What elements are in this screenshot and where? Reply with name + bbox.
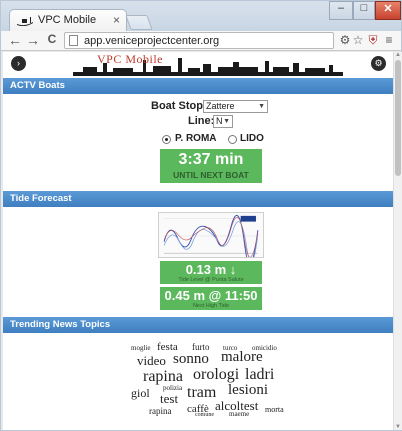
boat-stop-label: Boat Stop: xyxy=(151,100,207,112)
news-section-header: Trending News Topics xyxy=(3,317,393,333)
browser-tab[interactable]: VPC Mobile × xyxy=(9,9,127,31)
news-topic-word[interactable]: morta xyxy=(265,405,284,414)
news-topic-word[interactable]: moglie xyxy=(131,344,150,352)
boat-stop-value: Zattere xyxy=(206,101,235,111)
site-header: › VPC Mobile ⚙ xyxy=(3,52,393,76)
news-topic-word[interactable]: giol xyxy=(131,386,150,401)
browser-window: VPC Mobile × – □ ✕ ← → C app.veniceproje… xyxy=(0,0,402,431)
settings-gear-icon[interactable]: ⚙ xyxy=(371,56,386,71)
address-bar[interactable]: app.veniceprojectcenter.org xyxy=(64,32,334,49)
new-tab-button[interactable] xyxy=(125,15,153,30)
countdown-caption: UNTIL NEXT BOAT xyxy=(173,170,249,180)
direction-label-lido: LIDO xyxy=(240,133,264,144)
boat-stop-select[interactable]: Zattere ▼ xyxy=(203,100,268,113)
chevron-down-icon: ▼ xyxy=(258,103,265,110)
direction-label-p-roma: P. ROMA xyxy=(175,133,217,144)
minimize-button[interactable]: – xyxy=(329,1,353,20)
extension-icon[interactable]: ⛨ xyxy=(366,33,380,48)
news-topic-word[interactable]: malore xyxy=(221,349,263,366)
tide-level-caption: Tide Level @ Punta Salute xyxy=(178,277,244,283)
browser-toolbar: ← → C app.veniceprojectcenter.org ⚙ ☆ ⛨ … xyxy=(1,31,401,51)
countdown-value: 3:37 min xyxy=(178,151,244,168)
tide-level-value: 0.13 m ↓ xyxy=(185,262,237,277)
news-word-cloud: moglie festa furto turco omicidio video … xyxy=(3,341,393,422)
news-topic-word[interactable]: lesioni xyxy=(228,382,268,399)
direction-radio-p-roma[interactable] xyxy=(162,135,171,144)
page-viewport: › VPC Mobile ⚙ ACTV Boats Boat Stop: Zat… xyxy=(3,52,393,430)
tide-section-header: Tide Forecast xyxy=(3,191,393,207)
direction-radio-lido[interactable] xyxy=(228,135,237,144)
news-topic-word[interactable]: test xyxy=(160,391,178,407)
url-text: app.veniceprojectcenter.org xyxy=(84,35,220,47)
chevron-down-icon: ▼ xyxy=(223,118,230,125)
news-topic-word[interactable]: tram xyxy=(187,384,216,402)
scroll-up-icon[interactable]: ▲ xyxy=(395,52,401,58)
tide-forecast-chart xyxy=(158,212,264,258)
actv-section-header: ACTV Boats xyxy=(3,78,393,94)
high-tide-caption: Next High Tide xyxy=(192,303,230,309)
close-window-button[interactable]: ✕ xyxy=(375,1,401,20)
news-topic-word[interactable]: video xyxy=(137,353,166,369)
tide-level-box: 0.13 m ↓ Tide Level @ Punta Salute xyxy=(160,261,262,284)
tab-title: VPC Mobile xyxy=(38,14,97,26)
settings-icon[interactable]: ⚙ xyxy=(338,33,352,47)
gondola-favicon xyxy=(17,17,33,26)
site-logo-text: VPC Mobile xyxy=(97,52,164,66)
scrollbar-thumb[interactable] xyxy=(395,60,401,176)
forward-icon[interactable]: → xyxy=(25,32,41,48)
title-bar: VPC Mobile × – □ ✕ xyxy=(1,1,401,31)
line-label: Line: xyxy=(188,115,215,127)
reload-icon[interactable]: C xyxy=(44,32,60,46)
maximize-button[interactable]: □ xyxy=(353,1,375,20)
news-topic-word[interactable]: comune xyxy=(195,412,214,418)
next-boat-countdown: 3:37 min UNTIL NEXT BOAT xyxy=(160,149,262,183)
page-scrollbar[interactable]: ▲ ▼ xyxy=(393,52,402,430)
page-icon xyxy=(69,35,78,46)
tab-close-icon[interactable]: × xyxy=(113,13,120,27)
high-tide-value: 0.45 m @ 11:50 xyxy=(164,288,258,303)
line-value: N xyxy=(216,116,223,126)
scroll-down-icon[interactable]: ▼ xyxy=(395,424,401,430)
news-topic-word[interactable]: rapina xyxy=(149,406,172,416)
news-topic-word[interactable]: maeme xyxy=(229,410,249,418)
menu-icon[interactable]: ≡ xyxy=(382,33,396,47)
next-high-tide-box: 0.45 m @ 11:50 Next High Tide xyxy=(160,287,262,310)
back-icon[interactable]: ← xyxy=(7,32,23,48)
bookmark-star-icon[interactable]: ☆ xyxy=(351,33,365,47)
nav-open-button[interactable]: › xyxy=(11,56,26,71)
line-select[interactable]: N ▼ xyxy=(213,115,233,128)
